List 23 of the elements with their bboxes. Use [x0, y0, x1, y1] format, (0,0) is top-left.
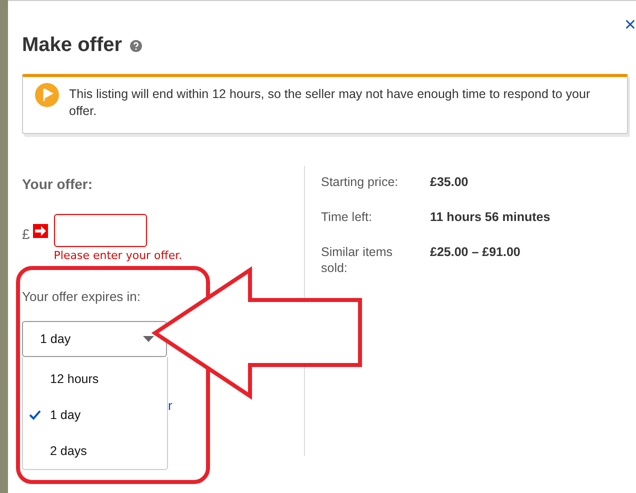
detail-value: £25.00 – £91.00	[430, 244, 520, 260]
error-message: Please enter your offer.	[54, 248, 182, 264]
arrow-icon	[32, 224, 48, 238]
flag-icon	[35, 83, 59, 107]
detail-label: Time left:	[321, 209, 373, 225]
field-label: Your offer expires in:	[22, 288, 142, 306]
expiry-dropdown[interactable]: 1 day	[22, 321, 167, 357]
offer-input[interactable]	[54, 214, 147, 247]
detail-value: £35.00	[430, 174, 468, 190]
dropdown-option[interactable]: 2 days	[23, 433, 167, 469]
section-heading: Your offer:	[22, 175, 94, 194]
help-icon[interactable]	[130, 40, 142, 52]
warning-message: This listing will end within 12 hours, so the seller may not have enough time to respond to your offer.	[69, 86, 592, 120]
detail-label: Similar items sold:	[321, 244, 394, 276]
caret-icon	[143, 336, 154, 342]
detail-value: 11 hours 56 minutes	[430, 209, 550, 225]
link-fragment[interactable]: r	[168, 396, 172, 416]
dropdown-option[interactable]: 1 day	[23, 397, 167, 433]
detail-label: Starting price:	[321, 174, 400, 190]
currency-symbol: £	[22, 225, 30, 244]
close-button[interactable]: ×	[624, 10, 636, 40]
dropdown-option[interactable]: 12 hours	[23, 361, 167, 397]
dialog-title: Make offer	[22, 32, 122, 58]
